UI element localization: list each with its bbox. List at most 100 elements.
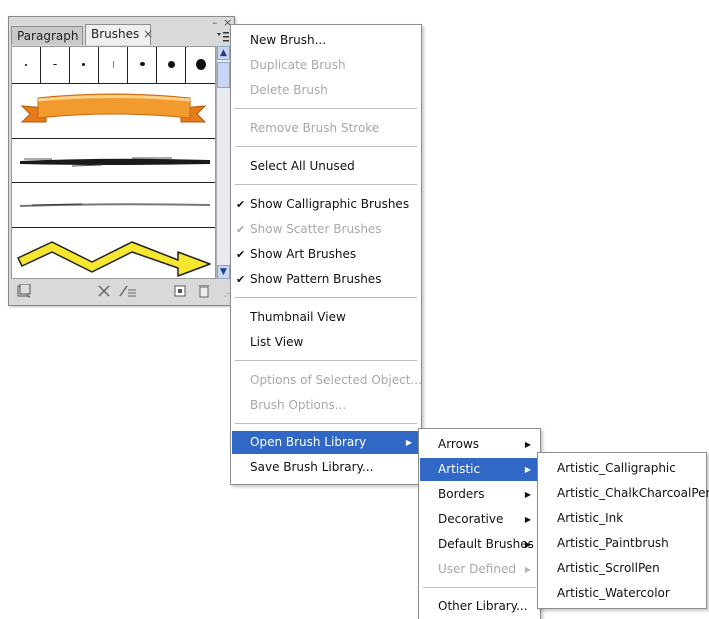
menu-item-artistic[interactable]: Artistic ▶ <box>420 458 539 481</box>
submenu-arrow-icon: ▶ <box>524 515 531 524</box>
menu-item-new-brush[interactable]: New Brush... <box>232 29 420 52</box>
menu-item-open-brush-library[interactable]: Open Brush Library ▶ <box>232 431 420 454</box>
calligraphic-brush[interactable] <box>70 47 99 83</box>
panel-menu-icon[interactable] <box>215 31 231 45</box>
panel-menu-glyph <box>217 32 229 42</box>
submenu-arrow-icon: ▶ <box>405 438 412 447</box>
submenu-arrow-icon: ▶ <box>524 565 531 574</box>
checkmark-icon: ✔ <box>236 248 246 261</box>
calligraphic-brush[interactable] <box>128 47 157 83</box>
menu-item-label: Brush Options... <box>250 398 347 412</box>
charcoal-art-brush[interactable] <box>12 139 215 183</box>
menu-item-show-pattern-brushes[interactable]: ✔ Show Pattern Brushes <box>232 268 420 291</box>
menu-item-default-brushes[interactable]: Default Brushes ▶ <box>420 533 539 556</box>
tab-paragraph[interactable]: Paragraph <box>11 26 83 45</box>
brush-list-scrollbar[interactable]: ▲ ▼ <box>216 46 230 279</box>
menu-item-label: Duplicate Brush <box>250 58 346 72</box>
checkmark-icon: ✔ <box>236 223 246 236</box>
menu-item-duplicate-brush[interactable]: Duplicate Brush <box>232 54 420 77</box>
menu-item-artistic-chalkcharcoalpencil[interactable]: Artistic_ChalkCharcoalPencil <box>539 482 709 505</box>
menu-item-other-library[interactable]: Other Library... <box>420 595 539 618</box>
calligraphic-brush[interactable] <box>99 47 128 83</box>
menu-item-thumbnail-view[interactable]: Thumbnail View <box>232 306 420 329</box>
banner-brush-preview <box>20 93 207 123</box>
new-brush-icon[interactable] <box>173 284 187 298</box>
menu-item-label: Delete Brush <box>250 83 328 97</box>
tab-brushes[interactable]: Brushes × <box>85 24 153 45</box>
tab-paragraph-label: Paragraph <box>17 29 79 43</box>
menu-separator <box>235 146 417 147</box>
scroll-down-icon[interactable]: ▼ <box>217 265 230 279</box>
menu-item-label: Artistic_Calligraphic <box>557 461 676 475</box>
options-icon[interactable] <box>119 284 136 298</box>
menu-item-label: Artistic <box>438 462 481 476</box>
thin-art-brush[interactable] <box>12 183 215 228</box>
charcoal-brush-preview <box>20 157 210 167</box>
panel-bottom-toolbar: ⋰ <box>11 281 232 303</box>
menu-item-label: Show Calligraphic Brushes <box>250 197 410 211</box>
menu-item-show-calligraphic-brushes[interactable]: ✔ Show Calligraphic Brushes <box>232 193 420 216</box>
menu-item-label: Show Pattern Brushes <box>250 272 382 286</box>
menu-item-options-of-selected-object[interactable]: Options of Selected Object... <box>232 369 422 392</box>
menu-item-artistic-watercolor[interactable]: Artistic_Watercolor <box>539 582 705 605</box>
menu-item-remove-brush-stroke[interactable]: Remove Brush Stroke <box>232 117 420 140</box>
menu-item-brush-options[interactable]: Brush Options... <box>232 394 420 417</box>
brush-list <box>11 46 216 279</box>
menu-item-label: Show Scatter Brushes <box>250 222 382 236</box>
menu-item-label: Default Brushes <box>438 537 534 551</box>
tab-close-icon[interactable]: × <box>143 27 153 41</box>
menu-item-show-art-brushes[interactable]: ✔ Show Art Brushes <box>232 243 420 266</box>
menu-separator <box>235 108 417 109</box>
submenu-arrow-icon: ▶ <box>524 490 531 499</box>
calligraphic-brushes <box>12 47 215 84</box>
artistic-submenu: Artistic_Calligraphic Artistic_ChalkChar… <box>537 452 709 609</box>
zigzag-arrow-art-brush[interactable] <box>12 228 215 278</box>
menu-item-label: Borders <box>438 487 485 501</box>
calligraphic-brush[interactable] <box>157 47 186 83</box>
checkmark-icon: ✔ <box>236 273 246 286</box>
menu-separator <box>235 184 417 185</box>
menu-item-arrows[interactable]: Arrows ▶ <box>420 433 539 456</box>
menu-item-label: New Brush... <box>250 33 327 47</box>
menu-item-decorative[interactable]: Decorative ▶ <box>420 508 539 531</box>
menu-item-label: Artistic_ChalkCharcoalPencil <box>557 486 709 500</box>
menu-item-label: Arrows <box>438 437 480 451</box>
menu-item-label: Other Library... <box>438 599 528 613</box>
menu-item-save-brush-library[interactable]: Save Brush Library... <box>232 456 420 479</box>
brush-libraries-icon[interactable] <box>17 283 31 298</box>
submenu-arrow-icon: ▶ <box>524 440 531 449</box>
brush-library-submenu: Arrows ▶ Artistic ▶ Borders ▶ Decorative ▶ D… <box>418 428 541 619</box>
menu-item-label: Remove Brush Stroke <box>250 121 380 135</box>
calligraphic-brush[interactable] <box>12 47 41 83</box>
menu-item-show-scatter-brushes[interactable]: ✔ Show Scatter Brushes <box>232 218 420 241</box>
remove-brush-stroke-icon[interactable] <box>97 284 111 298</box>
menu-item-artistic-ink[interactable]: Artistic_Ink <box>539 507 705 530</box>
menu-item-label: Open Brush Library <box>250 435 367 449</box>
menu-item-user-defined[interactable]: User Defined ▶ <box>420 558 539 581</box>
menu-item-label: Decorative <box>438 512 504 526</box>
menu-item-artistic-scrollpen[interactable]: Artistic_ScrollPen <box>539 557 705 580</box>
scroll-thumb[interactable] <box>217 62 230 88</box>
brushes-panel-menu: New Brush... Duplicate Brush Delete Brus… <box>230 24 422 485</box>
banner-art-brush[interactable] <box>12 84 215 139</box>
menu-item-label: Artistic_Ink <box>557 511 624 525</box>
menu-item-label: Artistic_Watercolor <box>557 586 670 600</box>
calligraphic-brush[interactable] <box>186 47 215 83</box>
menu-item-label: Artistic_ScrollPen <box>557 561 660 575</box>
menu-item-select-all-unused[interactable]: Select All Unused <box>232 155 420 178</box>
menu-separator <box>235 423 417 424</box>
minimize-icon[interactable]: – <box>212 17 218 28</box>
menu-item-list-view[interactable]: List View <box>232 331 420 354</box>
menu-item-artistic-paintbrush[interactable]: Artistic_Paintbrush <box>539 532 705 555</box>
calligraphic-brush[interactable] <box>41 47 70 83</box>
submenu-arrow-icon: ▶ <box>524 465 531 474</box>
menu-item-borders[interactable]: Borders ▶ <box>420 483 539 506</box>
menu-item-artistic-calligraphic[interactable]: Artistic_Calligraphic <box>539 457 705 480</box>
menu-item-delete-brush[interactable]: Delete Brush <box>232 79 420 102</box>
scroll-up-icon[interactable]: ▲ <box>217 46 230 60</box>
menu-separator <box>235 297 417 298</box>
menu-item-label: List View <box>250 335 304 349</box>
delete-brush-icon[interactable] <box>197 284 211 298</box>
menu-item-label: User Defined <box>438 562 516 576</box>
menu-item-label: Thumbnail View <box>250 310 346 324</box>
